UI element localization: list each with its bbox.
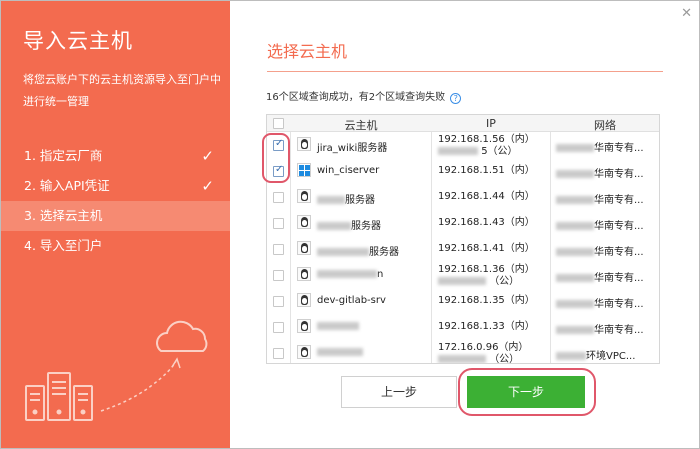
next-button-highlight [458, 368, 596, 416]
linux-icon [297, 319, 311, 333]
check-icon: ✓ [201, 147, 214, 165]
host-name: 服务器 [317, 217, 381, 232]
sidebar-title: 导入云主机 [23, 29, 133, 53]
linux-icon [297, 293, 311, 307]
step-label: 2. 输入API凭证 [24, 178, 110, 193]
query-status: 16个区域查询成功，有2个区域查询失败 ? [266, 88, 462, 104]
query-status-text: 16个区域查询成功，有2个区域查询失败 [266, 92, 446, 103]
linux-icon [297, 241, 311, 255]
prev-step-button[interactable]: 上一步 [341, 376, 457, 408]
cloud-icon [156, 320, 208, 352]
host-network: 华南专有... [556, 139, 644, 154]
page-title: 选择云主机 [267, 42, 348, 61]
host-ip: 192.168.1.43（内） [438, 217, 535, 228]
help-icon[interactable]: ? [450, 93, 462, 104]
step-3: 3. 选择云主机 [1, 201, 230, 231]
host-ip: 192.168.1.56（内） 5（公） [438, 134, 535, 157]
table-row[interactable]: 服务器 192.168.1.41（内） 华南专有... [267, 237, 659, 262]
step-1: 1. 指定云厂商 ✓ [1, 141, 230, 171]
row-checkbox[interactable] [273, 244, 284, 255]
host-table: 云主机 IP 网络 jira_wiki服务器 192.168.1.56（内） 5… [266, 114, 660, 364]
select-all-checkbox[interactable] [273, 118, 284, 129]
checkbox-highlight [262, 133, 290, 183]
step-label: 1. 指定云厂商 [24, 148, 103, 163]
host-ip: 172.16.0.96（内） （公） [438, 342, 529, 364]
row-checkbox[interactable] [273, 218, 284, 229]
row-checkbox[interactable] [273, 192, 284, 203]
host-name: 服务器 [317, 243, 399, 258]
table-row[interactable]: win_ciserver 192.168.1.51（内） 华南专有... [267, 159, 659, 184]
table-row[interactable]: 服务器 192.168.1.43（内） 华南专有... [267, 211, 659, 236]
table-header: 云主机 IP 网络 [267, 115, 659, 132]
table-row[interactable]: 192.168.1.33（内） 华南专有... [267, 315, 659, 340]
wizard-sidebar: 导入云主机 将您云账户下的云主机资源导入至门户中进行统一管理 1. 指定云厂商 … [1, 1, 230, 448]
host-network: 华南专有... [556, 191, 644, 206]
host-ip: 192.168.1.51（内） [438, 165, 535, 176]
host-name: 服务器 [317, 191, 375, 206]
row-checkbox[interactable] [273, 348, 284, 359]
windows-icon [297, 163, 311, 177]
table-row[interactable]: 服务器 192.168.1.44（内） 华南专有... [267, 185, 659, 210]
table-row[interactable]: dev-gitlab-srv 192.168.1.35（内） 华南专有... [267, 289, 659, 314]
linux-icon [297, 189, 311, 203]
linux-icon [297, 137, 311, 151]
host-ip: 192.168.1.33（内） [438, 321, 535, 332]
host-name [317, 347, 363, 358]
table-row[interactable]: n 192.168.1.36（内） （公） 华南专有... [267, 263, 659, 288]
host-name [317, 321, 359, 332]
host-network: 华南专有... [556, 295, 644, 310]
host-ip: 192.168.1.44（内） [438, 191, 535, 202]
host-name: win_ciserver [317, 165, 380, 176]
row-checkbox[interactable] [273, 270, 284, 281]
host-network: 华南专有... [556, 243, 644, 258]
server-icon [25, 372, 93, 421]
host-ip: 192.168.1.41（内） [438, 243, 535, 254]
row-checkbox[interactable] [273, 322, 284, 333]
header-host: 云主机 [344, 119, 378, 132]
step-2: 2. 输入API凭证 ✓ [1, 171, 230, 201]
linux-icon [297, 267, 311, 281]
wizard-steps: 1. 指定云厂商 ✓ 2. 输入API凭证 ✓ 3. 选择云主机 4. 导入至门… [1, 141, 230, 261]
step-label: 3. 选择云主机 [24, 208, 103, 223]
check-icon: ✓ [201, 177, 214, 195]
host-name: jira_wiki服务器 [317, 143, 388, 154]
host-network: 华南专有... [556, 269, 644, 284]
host-network: 环境VPC... [556, 347, 635, 362]
table-row[interactable]: 172.16.0.96（内） （公） 环境VPC... [267, 341, 659, 364]
linux-icon [297, 345, 311, 359]
host-ip: 192.168.1.35（内） [438, 295, 535, 306]
upload-arrow-icon [100, 360, 177, 412]
row-checkbox[interactable] [273, 296, 284, 307]
host-network: 华南专有... [556, 217, 644, 232]
header-network: 网络 [594, 119, 616, 132]
host-name: n [317, 269, 383, 280]
host-ip: 192.168.1.36（内） （公） [438, 264, 535, 287]
host-network: 华南专有... [556, 321, 644, 336]
close-icon[interactable]: ✕ [681, 6, 692, 21]
linux-icon [297, 215, 311, 229]
step-label: 4. 导入至门户 [24, 238, 103, 253]
step-4: 4. 导入至门户 [1, 231, 230, 261]
table-row[interactable]: jira_wiki服务器 192.168.1.56（内） 5（公） 华南专有..… [267, 133, 659, 158]
server-cloud-illustration [25, 320, 208, 421]
sidebar-description: 将您云账户下的云主机资源导入至门户中进行统一管理 [23, 73, 221, 108]
host-network: 华南专有... [556, 165, 644, 180]
header-ip: IP [486, 117, 496, 130]
host-name: dev-gitlab-srv [317, 295, 386, 306]
title-divider [267, 71, 663, 72]
